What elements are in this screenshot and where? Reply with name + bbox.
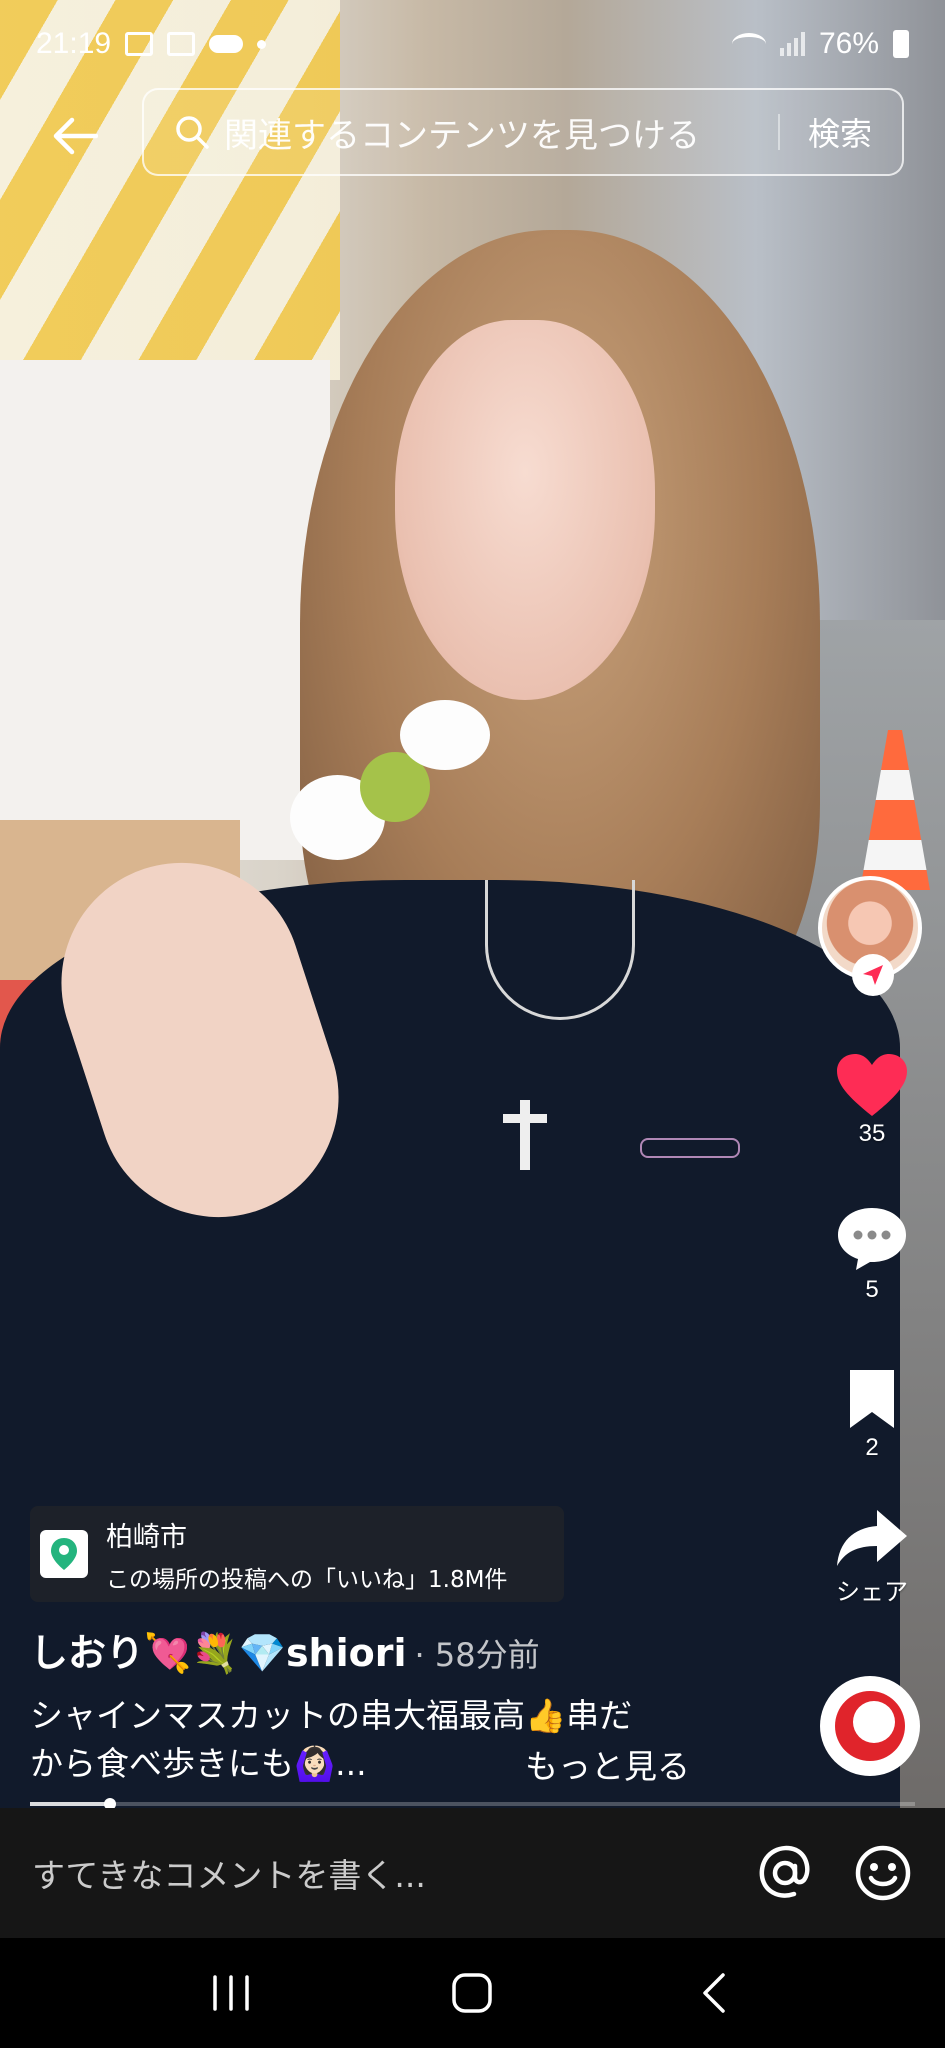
- comment-icon: [838, 1208, 906, 1270]
- caption-line-1: シャインマスカットの串大福最高👍串だ: [30, 1696, 633, 1735]
- location-name: 柏崎市: [106, 1521, 187, 1553]
- battery-percent: 76%: [818, 27, 879, 60]
- home-button[interactable]: [432, 1963, 512, 2023]
- comment-count: 5: [865, 1276, 879, 1303]
- search-bar[interactable]: 関連するコンテンツを見つける 検索: [142, 88, 904, 176]
- calendar-icon: [167, 32, 196, 56]
- share-label: シェア: [836, 1579, 908, 1606]
- status-bar: 21:19 76%: [0, 0, 945, 88]
- home-icon: [452, 1973, 493, 2013]
- author-row: しおり💘💐💎shiori · 58分前: [30, 1622, 540, 1677]
- location-likes: この場所の投稿への「いいね」1.8M件: [106, 1566, 508, 1593]
- heart-icon: [837, 1054, 907, 1116]
- search-placeholder[interactable]: 関連するコンテンツを見つける: [224, 108, 750, 157]
- location-text: 柏崎市 この場所の投稿への「いいね」1.8M件: [106, 1515, 507, 1594]
- person-face: [395, 320, 655, 700]
- background-tent: [0, 360, 330, 860]
- cross-pendant: [503, 1100, 547, 1170]
- bookmark-button[interactable]: 2: [818, 1366, 926, 1462]
- shirt-logo: [640, 1138, 740, 1158]
- back-arrow-icon: [53, 117, 98, 155]
- battery-icon: [893, 30, 909, 58]
- gallery-icon: [125, 32, 154, 56]
- emoji-button[interactable]: [853, 1843, 913, 1903]
- at-icon: [759, 1845, 810, 1898]
- status-right: 76%: [731, 27, 909, 61]
- notification-dot-icon: [257, 39, 267, 49]
- share-button[interactable]: シェア: [818, 1506, 926, 1607]
- emoji-icon: [855, 1845, 911, 1901]
- comment-input[interactable]: すてきなコメントを書く...: [32, 1849, 717, 1897]
- system-back-button[interactable]: [674, 1963, 754, 2023]
- cloud-icon: [209, 35, 244, 53]
- bookmark-count: 2: [865, 1434, 879, 1461]
- author-name[interactable]: しおり💘💐💎shiori: [30, 1622, 407, 1677]
- see-more-link[interactable]: もっと見る: [525, 1740, 690, 1788]
- music-disc-icon: [835, 1691, 905, 1761]
- dango-white-2: [400, 700, 490, 770]
- video-progress-fill: [30, 1802, 110, 1806]
- recent-apps-button[interactable]: [191, 1963, 271, 2023]
- status-left: 21:19: [36, 27, 267, 61]
- post-time: · 58分前: [414, 1636, 540, 1674]
- comment-bar: すてきなコメントを書く...: [0, 1808, 945, 1938]
- comment-button[interactable]: 5: [818, 1204, 926, 1304]
- like-button[interactable]: 35: [818, 1052, 926, 1148]
- creator-avatar-wrap[interactable]: [818, 876, 926, 1006]
- video-progress-bar[interactable]: [30, 1798, 915, 1810]
- location-chip[interactable]: 柏崎市 この場所の投稿への「いいね」1.8M件: [30, 1506, 564, 1602]
- share-icon: [837, 1510, 907, 1566]
- back-button[interactable]: [46, 108, 102, 164]
- search-submit-button[interactable]: 検索: [808, 109, 872, 155]
- follow-send-icon: [863, 965, 883, 985]
- search-icon: [176, 116, 209, 149]
- location-icon-box: [40, 1530, 88, 1578]
- mention-button[interactable]: [755, 1843, 815, 1903]
- status-time: 21:19: [36, 27, 112, 60]
- bookmark-icon: [850, 1370, 894, 1428]
- back-icon: [703, 1973, 725, 2013]
- follow-button[interactable]: [852, 954, 894, 996]
- recent-apps-icon: [213, 1975, 249, 2011]
- wifi-icon: [731, 33, 766, 55]
- location-pin-icon: [51, 1538, 77, 1570]
- music-disc[interactable]: [820, 1676, 920, 1776]
- like-count: 35: [858, 1120, 886, 1147]
- system-nav-bar: [0, 1938, 945, 2048]
- signal-icon: [779, 32, 805, 56]
- search-divider: [777, 114, 780, 150]
